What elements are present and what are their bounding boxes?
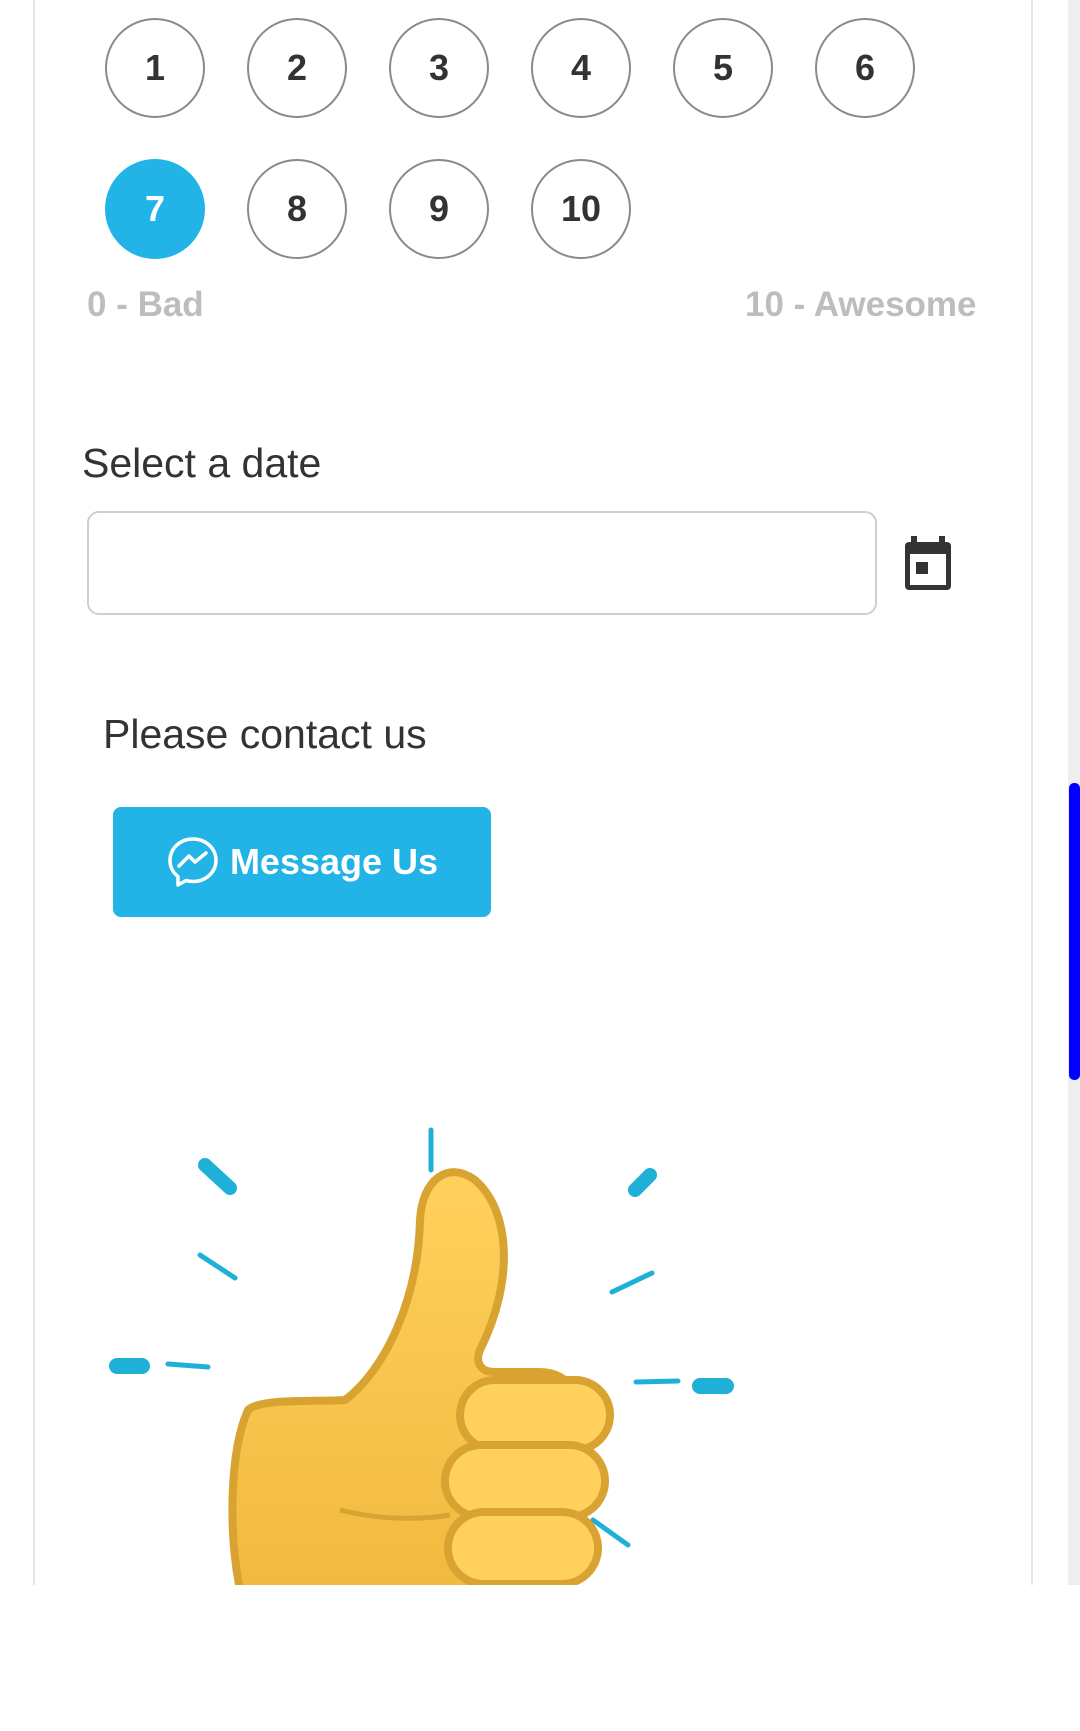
scrollbar-thumb[interactable] [1069, 783, 1080, 1080]
rating-option-4[interactable]: 4 [531, 18, 631, 118]
contact-label: Please contact us [103, 711, 427, 757]
rating-option-2[interactable]: 2 [247, 18, 347, 118]
rating-option-6[interactable]: 6 [815, 18, 915, 118]
rating-option-3[interactable]: 3 [389, 18, 489, 118]
message-us-label: Message Us [229, 841, 439, 882]
message-us-button[interactable]: Message Us [113, 807, 491, 917]
rating-option-1[interactable]: 1 [105, 18, 205, 118]
date-label: Select a date [82, 440, 322, 486]
rating-min-label: 0 - Bad [87, 285, 204, 324]
rating-max-label: 10 - Awesome [745, 285, 977, 324]
rating-option-7[interactable]: 7 [105, 159, 205, 259]
calendar-icon[interactable] [903, 536, 953, 592]
rating-option-5[interactable]: 5 [673, 18, 773, 118]
rating-option-9[interactable]: 9 [389, 159, 489, 259]
rating-option-8[interactable]: 8 [247, 159, 347, 259]
messenger-icon [168, 837, 218, 887]
rating-option-10[interactable]: 10 [531, 159, 631, 259]
date-input[interactable] [87, 511, 877, 615]
thumbs-up-icon [109, 1127, 734, 1585]
thumbs-up-image [100, 1110, 750, 1585]
